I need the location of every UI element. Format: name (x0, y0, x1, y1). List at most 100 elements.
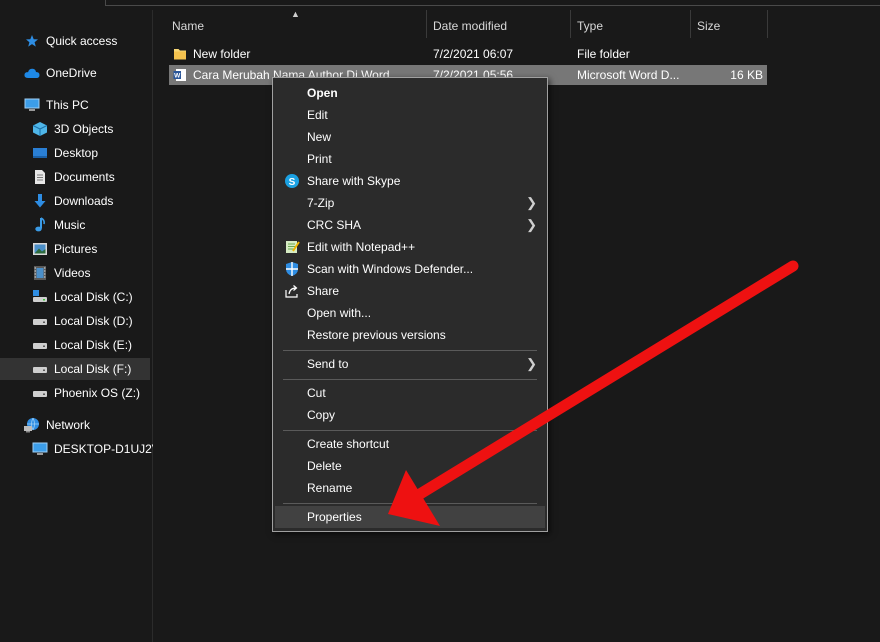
menu-label: Edit (307, 108, 328, 122)
menu-label: Scan with Windows Defender... (307, 262, 474, 276)
menu-open[interactable]: Open (275, 82, 545, 104)
menu-label: Send to (307, 357, 349, 371)
menu-rename[interactable]: Rename (275, 477, 545, 499)
film-icon (32, 265, 48, 281)
menu-crc-sha[interactable]: CRC SHA ❯ (275, 214, 545, 236)
menu-scan-defender[interactable]: Scan with Windows Defender... (275, 258, 545, 280)
nav-onedrive[interactable]: OneDrive (24, 62, 97, 84)
nav-3d-objects[interactable]: 3D Objects (32, 118, 113, 140)
svg-text:S: S (289, 177, 296, 188)
skype-icon: S (284, 173, 300, 189)
folder-icon (173, 47, 187, 61)
nav-documents[interactable]: Documents (32, 166, 115, 188)
nav-label: This PC (46, 98, 89, 112)
nav-this-pc[interactable]: This PC (24, 94, 89, 116)
nav-local-disk-e[interactable]: Local Disk (E:) (32, 334, 132, 356)
nav-network[interactable]: Network (24, 414, 90, 436)
nav-label: Network (46, 418, 91, 432)
file-type: File folder (577, 47, 630, 61)
computer-icon (24, 97, 40, 113)
column-header-name[interactable]: Name (166, 16, 426, 36)
menu-label: 7-Zip (307, 196, 335, 210)
music-note-icon (32, 217, 48, 233)
menu-edit-with-notepad[interactable]: Edit with Notepad++ (275, 236, 545, 258)
file-name: New folder (193, 47, 251, 61)
menu-label: Copy (307, 408, 336, 422)
nav-pictures[interactable]: Pictures (32, 238, 97, 260)
menu-delete[interactable]: Delete (275, 455, 545, 477)
menu-open-with[interactable]: Open with... (275, 302, 545, 324)
menu-separator (283, 430, 537, 431)
nav-phoenix-os-z[interactable]: Phoenix OS (Z:) (32, 382, 140, 404)
cube-icon (32, 121, 48, 137)
nav-downloads[interactable]: Downloads (32, 190, 113, 212)
drive-icon (32, 385, 48, 401)
menu-share-with-skype[interactable]: S Share with Skype (275, 170, 545, 192)
nav-label: Phoenix OS (Z:) (54, 386, 141, 400)
nav-label: Local Disk (C:) (54, 290, 133, 304)
chevron-right-icon: ❯ (526, 217, 537, 232)
nav-music[interactable]: Music (32, 214, 85, 236)
file-date: 7/2/2021 06:07 (433, 47, 514, 61)
nav-desktop-pc[interactable]: DESKTOP-D1UJ2V9 (32, 438, 166, 460)
nav-local-disk-d[interactable]: Local Disk (D:) (32, 310, 133, 332)
menu-label: Open with... (307, 306, 372, 320)
chevron-right-icon: ❯ (526, 195, 537, 210)
file-row-folder[interactable]: New folder 7/2/2021 06:07 File folder (169, 44, 767, 64)
menu-separator (283, 350, 537, 351)
menu-restore-previous-versions[interactable]: Restore previous versions (275, 324, 545, 346)
column-header-type[interactable]: Type (571, 16, 690, 36)
nav-local-disk-f[interactable]: Local Disk (F:) (0, 358, 150, 380)
file-size: 16 KB (730, 68, 763, 82)
menu-new[interactable]: New (275, 126, 545, 148)
menu-copy[interactable]: Copy (275, 404, 545, 426)
menu-label: Restore previous versions (307, 328, 446, 342)
nav-label: Downloads (54, 194, 114, 208)
menu-label: Create shortcut (307, 437, 390, 451)
shield-icon (284, 261, 300, 277)
column-divider[interactable] (767, 10, 768, 38)
menu-edit[interactable]: Edit (275, 104, 545, 126)
nav-label: Desktop (54, 146, 99, 160)
column-header-date[interactable]: Date modified (427, 16, 570, 36)
nav-local-disk-c[interactable]: Local Disk (C:) (32, 286, 133, 308)
cloud-icon (24, 65, 40, 81)
menu-label: CRC SHA (307, 218, 362, 232)
nav-label: 3D Objects (54, 122, 114, 136)
menu-create-shortcut[interactable]: Create shortcut (275, 433, 545, 455)
nav-label: Music (54, 218, 86, 232)
nav-desktop[interactable]: Desktop (32, 142, 98, 164)
menu-share[interactable]: Share (275, 280, 545, 302)
star-icon (24, 33, 40, 49)
menu-label: Share with Skype (307, 174, 401, 188)
menu-label: Cut (307, 386, 326, 400)
document-icon (32, 169, 48, 185)
nav-label: Documents (54, 170, 115, 184)
menu-separator (283, 379, 537, 380)
nav-label: Videos (54, 266, 91, 280)
menu-label: Rename (307, 481, 353, 495)
menu-print[interactable]: Print (275, 148, 545, 170)
context-menu: Open Edit New Print S Share with Skype 7… (272, 77, 548, 532)
file-type: Microsoft Word D... (577, 68, 680, 82)
menu-label: Open (307, 86, 338, 100)
desktop-icon (32, 145, 48, 161)
nav-label: Quick access (46, 34, 118, 48)
picture-icon (32, 241, 48, 257)
menu-send-to[interactable]: Send to ❯ (275, 353, 545, 375)
menu-cut[interactable]: Cut (275, 382, 545, 404)
navigation-pane: Quick access OneDrive This PC 3D Objects… (0, 10, 166, 642)
menu-label: Share (307, 284, 340, 298)
nav-label: Pictures (54, 242, 98, 256)
share-icon (284, 283, 300, 299)
address-bar-edge (105, 0, 880, 6)
nav-videos[interactable]: Videos (32, 262, 90, 284)
nav-quick-access[interactable]: Quick access (24, 30, 117, 52)
nav-label: Local Disk (F:) (54, 362, 132, 376)
drive-icon (32, 337, 48, 353)
computer-icon (32, 441, 48, 457)
column-header-size[interactable]: Size (691, 16, 767, 36)
menu-7zip[interactable]: 7-Zip ❯ (275, 192, 545, 214)
menu-properties[interactable]: Properties (275, 506, 545, 528)
system-drive-icon (32, 289, 48, 305)
